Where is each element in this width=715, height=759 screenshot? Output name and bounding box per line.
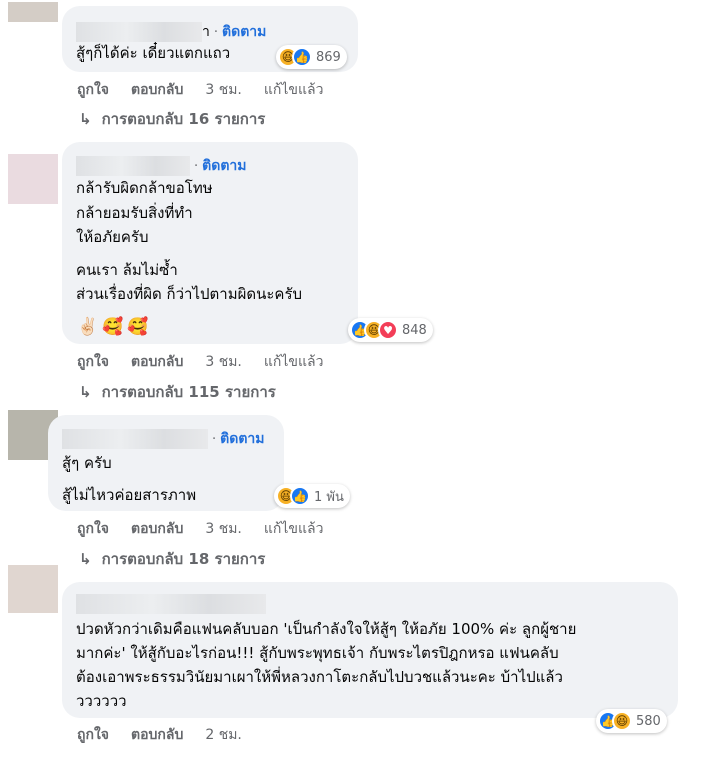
reply-button[interactable]: ตอบกลับ — [131, 724, 183, 746]
comment-actions: ถูกใจ ตอบกลับ 2 ชม. — [77, 724, 242, 746]
reply-arrow-icon: ↳ — [79, 110, 92, 128]
timestamp[interactable]: 3 ชม. — [205, 518, 242, 540]
edited-label[interactable]: แก้ไขแล้ว — [264, 351, 324, 373]
reaction-summary[interactable]: 👍 😆 580 — [596, 709, 667, 733]
reply-button[interactable]: ตอบกลับ — [131, 518, 183, 540]
avatar[interactable] — [8, 154, 58, 204]
author-name-blurred — [62, 429, 208, 449]
comment-author[interactable]: · ติดตาม — [76, 155, 247, 177]
like-button[interactable]: ถูกใจ — [77, 79, 109, 101]
replies-label: การตอบกลับ 18 รายการ — [101, 550, 266, 568]
view-replies[interactable]: ↳ การตอบกลับ 115 รายการ — [79, 380, 276, 404]
comment-author[interactable]: า · ติดตาม — [76, 21, 266, 43]
avatar[interactable] — [8, 565, 58, 613]
reaction-count: 869 — [316, 49, 341, 65]
comment-text: สู้ๆก็ได้ค่ะ เดี๋ยวแตกแถว — [76, 44, 231, 62]
reply-arrow-icon: ↳ — [79, 550, 92, 568]
comment-text-line: คนเรา ล้มไม่ซ้ำ — [76, 261, 178, 279]
reaction-count: 580 — [636, 713, 661, 729]
comment-text-line: ปวดหัวกว่าเดิมคือแฟนคลับบอก 'เป็นกำลังใจ… — [76, 620, 577, 638]
timestamp[interactable]: 3 ชม. — [205, 79, 242, 101]
edited-label[interactable]: แก้ไขแล้ว — [264, 79, 324, 101]
love-icon: ♥ — [378, 320, 398, 340]
comment-text-line: ต้องเอาพระธรรมวินัยมาเผาให้พี่หลวงกาโตะก… — [76, 668, 563, 686]
comment-text-line: ให้อภัยครับ — [76, 228, 149, 246]
like-button[interactable]: ถูกใจ — [77, 351, 109, 373]
follow-link[interactable]: ติดตาม — [220, 428, 264, 450]
replies-label: การตอบกลับ 115 รายการ — [101, 383, 276, 401]
separator-dot: · — [213, 24, 219, 40]
like-icon: 👍 — [290, 486, 310, 506]
author-name-blurred — [76, 22, 202, 42]
smiling-hearts-emoji: 🥰 — [127, 317, 149, 337]
reply-button[interactable]: ตอบกลับ — [131, 79, 183, 101]
reaction-count: 1 พัน — [314, 489, 344, 505]
comment-author[interactable]: · ติดตาม — [62, 428, 265, 450]
smiling-hearts-emoji: 🥰 — [102, 317, 124, 337]
edited-label[interactable]: แก้ไขแล้ว — [264, 518, 324, 540]
comment-actions: ถูกใจ ตอบกลับ 3 ชม. แก้ไขแล้ว — [77, 351, 323, 373]
comment-text-line: ส่วนเรื่องที่ผิด ก็ว่าไปตามผิดนะครับ — [76, 285, 303, 303]
comment-text-line: สู้ๆ ครับ — [62, 454, 112, 472]
reaction-summary[interactable]: 😆 👍 869 — [276, 45, 347, 69]
victory-hand-emoji: ✌🏻 — [77, 317, 99, 337]
follow-link[interactable]: ติดตาม — [202, 155, 246, 177]
view-replies[interactable]: ↳ การตอบกลับ 16 รายการ — [79, 107, 265, 131]
author-name-blurred — [76, 156, 190, 176]
comment-actions: ถูกใจ ตอบกลับ 3 ชม. แก้ไขแล้ว — [77, 518, 323, 540]
reaction-count: 848 — [402, 322, 427, 338]
like-button[interactable]: ถูกใจ — [77, 724, 109, 746]
comment-text-line: กล้ารับผิดกล้าขอโทษ — [76, 179, 213, 197]
separator-dot: · — [212, 431, 217, 447]
reply-button[interactable]: ตอบกลับ — [131, 351, 183, 373]
like-icon: 👍 — [292, 47, 312, 67]
reaction-summary[interactable]: 😆 👍 1 พัน — [274, 484, 350, 508]
comment-actions: ถูกใจ ตอบกลับ 3 ชม. แก้ไขแล้ว — [77, 79, 323, 101]
comment-text-line: สู้ไม่ไหวค่อยสารภาพ — [62, 486, 197, 504]
replies-label: การตอบกลับ 16 รายการ — [101, 110, 266, 128]
view-replies[interactable]: ↳ การตอบกลับ 18 รายการ — [79, 547, 265, 571]
separator-dot: · — [194, 158, 199, 174]
author-name-blurred — [76, 594, 266, 614]
author-name-suffix: า — [202, 24, 210, 40]
haha-icon: 😆 — [612, 711, 632, 731]
comment-author[interactable] — [76, 594, 266, 614]
timestamp[interactable]: 3 ชม. — [205, 351, 242, 373]
comment-text-line: วววววว — [76, 692, 127, 710]
like-button[interactable]: ถูกใจ — [77, 518, 109, 540]
comment-text-line: กล้ายอมรับสิ่งที่ทำ — [76, 204, 193, 222]
comment-emojis: ✌🏻 🥰 🥰 — [77, 317, 149, 337]
reply-arrow-icon: ↳ — [79, 383, 92, 401]
timestamp[interactable]: 2 ชม. — [205, 724, 242, 746]
follow-link[interactable]: ติดตาม — [222, 21, 266, 43]
comment-text-line: มากค่ะ' ให้สู้กับอะไรก่อน!!! สู้กับพระพุ… — [76, 644, 559, 662]
reaction-summary[interactable]: 👍 😆 ♥ 848 — [348, 318, 433, 342]
avatar[interactable] — [8, 2, 58, 22]
